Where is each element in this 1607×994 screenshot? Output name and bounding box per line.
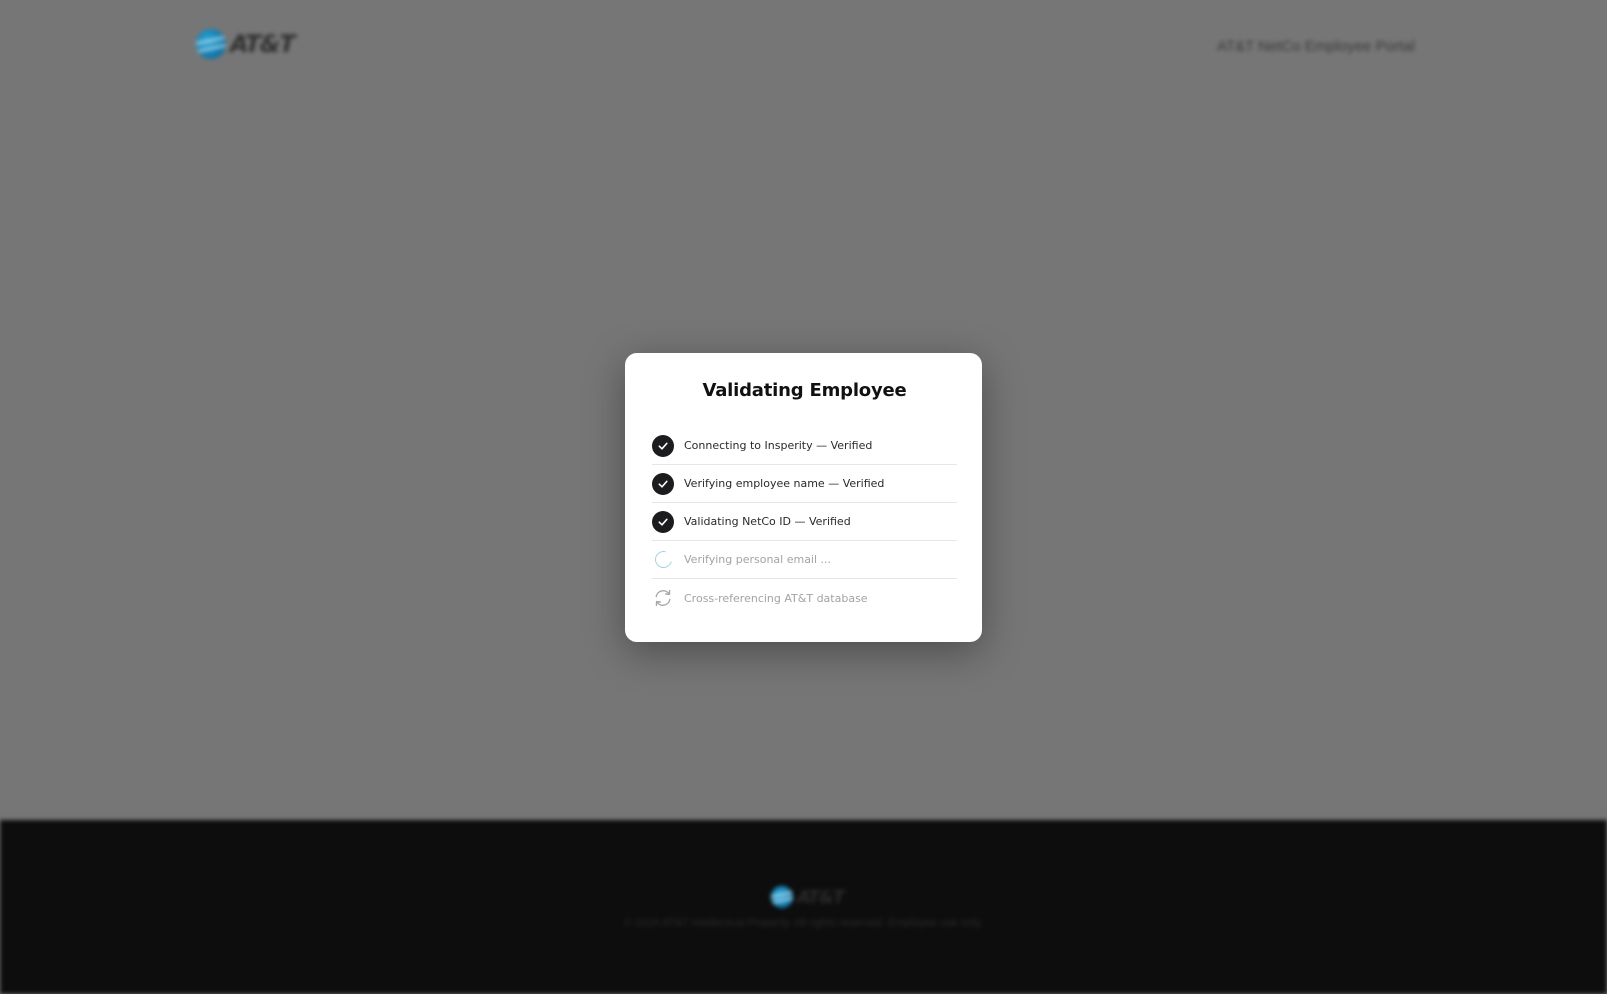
site-footer: AT&T © 2024 AT&T Intellectual Property. … <box>0 820 1607 994</box>
att-globe-icon <box>771 886 793 908</box>
step-label: Validating NetCo ID — Verified <box>684 515 851 528</box>
check-icon <box>652 510 674 533</box>
step-label: Connecting to Insperity — Verified <box>684 439 873 452</box>
step-verifying-name: Verifying employee name — Verified <box>652 465 957 503</box>
att-globe-icon <box>196 29 226 59</box>
modal-title: Validating Employee <box>702 380 907 401</box>
step-cross-referencing: Cross-referencing AT&T database <box>652 579 957 617</box>
step-label: Cross-referencing AT&T database <box>684 591 868 605</box>
step-validating-netco-id: Validating NetCo ID — Verified <box>652 503 957 541</box>
validation-steps: Connecting to Insperity — Verified Verif… <box>651 427 957 617</box>
step-label: Verifying employee name — Verified <box>684 477 885 490</box>
step-verifying-email: Verifying personal email ... <box>651 541 957 579</box>
logo-wordmark: AT&T <box>230 30 295 58</box>
check-icon <box>652 434 674 457</box>
check-icon <box>652 472 674 495</box>
site-header: AT&T AT&T NetCo Employee Portal <box>0 0 1607 95</box>
spinner-icon <box>651 547 675 572</box>
refresh-icon <box>652 587 674 609</box>
footer-copyright: © 2024 AT&T Intellectual Property. All r… <box>623 917 984 929</box>
footer-att-logo: AT&T <box>771 886 845 908</box>
validation-modal: Validating Employee Connecting to Insper… <box>625 353 982 642</box>
step-connecting-insperity: Connecting to Insperity — Verified <box>652 427 957 465</box>
portal-title: AT&T NetCo Employee Portal <box>1217 38 1415 55</box>
footer-logo-wordmark: AT&T <box>797 886 845 908</box>
step-label: Verifying personal email ... <box>684 553 832 566</box>
att-logo[interactable]: AT&T <box>196 29 295 59</box>
